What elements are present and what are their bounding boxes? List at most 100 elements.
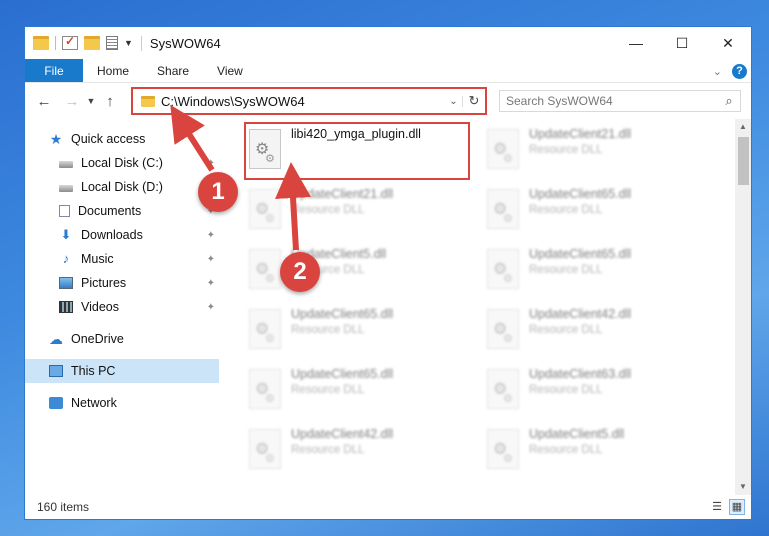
navigation-bar: ← → ▼ ↑ C:\Windows\SysWOW64 ⌄ ↻ ⌕ — [25, 83, 751, 119]
dll-file-icon: ⚙ ⚙ — [487, 429, 519, 469]
file-type: Resource DLL — [529, 204, 603, 216]
details-view-icon[interactable]: ☰ — [709, 499, 725, 515]
file-type: Resource DLL — [529, 324, 603, 336]
sidebar-item-label: Downloads — [81, 228, 143, 242]
search-icon[interactable]: ⌕ — [718, 93, 740, 109]
vertical-scrollbar[interactable]: ▲ ▼ — [735, 119, 751, 495]
sidebar-item-documents[interactable]: Documents ✦ — [25, 199, 219, 223]
recent-locations-icon[interactable]: ▼ — [83, 96, 99, 106]
address-bar[interactable]: C:\Windows\SysWOW64 ⌄ ↻ — [131, 87, 487, 115]
dll-file-icon: ⚙ ⚙ — [249, 369, 281, 409]
sidebar-item-this-pc[interactable]: This PC — [25, 359, 219, 383]
scroll-up-icon[interactable]: ▲ — [735, 119, 751, 135]
back-arrow-icon[interactable]: ← — [33, 93, 55, 110]
file-item[interactable]: ⚙ ⚙ UpdateClient65.dll Resource DLL — [249, 365, 471, 417]
drive-icon — [59, 161, 73, 168]
sidebar-item-music[interactable]: ♪ Music ✦ — [25, 247, 219, 271]
tab-share[interactable]: Share — [143, 59, 203, 82]
file-name: UpdateClient21.dll — [291, 187, 394, 201]
divider — [55, 36, 56, 50]
sidebar-item-label: Quick access — [71, 132, 146, 146]
file-item[interactable]: ⚙ ⚙ UpdateClient63.dll Resource DLL — [487, 365, 709, 417]
file-item[interactable]: ⚙ ⚙ UpdateClient42.dll Resource DLL — [487, 305, 709, 357]
file-type: Resource DLL — [529, 444, 603, 456]
refresh-icon[interactable]: ↻ — [463, 93, 485, 109]
file-item[interactable]: ⚙ ⚙ UpdateClient65.dll Resource DLL — [487, 185, 709, 237]
ribbon-right: ⌄ ? — [713, 59, 747, 83]
picture-icon — [59, 277, 73, 289]
sidebar-item-local-disk-c[interactable]: Local Disk (C:) ✦ — [25, 151, 219, 175]
step-marker-2: 2 — [280, 252, 320, 292]
minimize-button[interactable]: — — [613, 27, 659, 59]
pin-icon[interactable]: ✦ — [207, 278, 215, 289]
sidebar-item-quick-access[interactable]: ★ Quick access — [25, 127, 219, 151]
sidebar-item-label: Documents — [78, 204, 142, 218]
chevron-down-icon[interactable]: ▼ — [124, 38, 133, 48]
sidebar-item-local-disk-d[interactable]: Local Disk (D:) ✦ — [25, 175, 219, 199]
help-icon[interactable]: ? — [732, 63, 747, 79]
address-dropdown-icon[interactable]: ⌄ — [445, 95, 463, 107]
ribbon-tabs: File Home Share View ⌄ ? — [25, 59, 751, 83]
cloud-icon: ☁ — [49, 331, 63, 347]
film-icon — [59, 301, 73, 313]
tiles-view-icon[interactable]: ▦ — [729, 499, 745, 515]
address-path[interactable]: C:\Windows\SysWOW64 — [161, 94, 445, 109]
pin-icon[interactable]: ✦ — [207, 254, 215, 265]
view-buttons: ☰ ▦ — [709, 499, 745, 515]
scrollbar-thumb[interactable] — [738, 137, 749, 185]
dll-file-icon: ⚙ ⚙ — [487, 309, 519, 349]
file-type: Resource DLL — [529, 144, 603, 156]
dll-file-icon: ⚙ ⚙ — [249, 309, 281, 349]
pin-icon[interactable]: ✦ — [207, 230, 215, 241]
tab-file[interactable]: File — [25, 59, 83, 82]
properties-check-icon[interactable] — [62, 34, 78, 50]
pin-icon[interactable]: ✦ — [207, 158, 215, 169]
file-item[interactable]: ⚙ ⚙ UpdateClient21.dll Resource DLL — [487, 125, 709, 177]
explorer-window: ▼ SysWOW64 — ☐ ✕ File Home Share View ⌄ … — [24, 26, 752, 520]
tab-home[interactable]: Home — [83, 59, 143, 82]
sidebar-item-label: Pictures — [81, 276, 127, 290]
title-bar: ▼ SysWOW64 — ☐ ✕ — [25, 27, 751, 59]
search-input[interactable] — [506, 94, 718, 108]
document-icon — [59, 205, 70, 217]
tab-view[interactable]: View — [203, 59, 257, 82]
file-name: UpdateClient65.dll — [291, 307, 394, 321]
dll-file-icon: ⚙ ⚙ — [487, 249, 519, 289]
sidebar-item-label: Local Disk (D:) — [81, 180, 163, 194]
pin-icon[interactable]: ✦ — [207, 302, 215, 313]
customize-icon[interactable] — [106, 36, 118, 50]
network-icon — [49, 397, 63, 409]
file-name: UpdateClient65.dll — [291, 367, 394, 381]
drive-icon — [59, 185, 73, 192]
dll-file-icon: ⚙ ⚙ — [249, 189, 281, 229]
file-type: Resource DLL — [529, 384, 603, 396]
dll-file-icon: ⚙ ⚙ — [249, 249, 281, 289]
sidebar-item-label: Music — [81, 252, 114, 266]
status-bar: 160 items ☰ ▦ — [25, 495, 751, 519]
step-marker-1: 1 — [198, 172, 238, 212]
file-name: UpdateClient21.dll — [529, 127, 632, 141]
forward-arrow-icon[interactable]: → — [61, 93, 83, 110]
sidebar-item-pictures[interactable]: Pictures ✦ — [25, 271, 219, 295]
file-item[interactable]: ⚙ ⚙ UpdateClient42.dll Resource DLL — [249, 425, 471, 477]
dll-file-icon: ⚙ ⚙ — [487, 369, 519, 409]
maximize-button[interactable]: ☐ — [659, 27, 705, 59]
file-type: Resource DLL — [529, 264, 603, 276]
expand-ribbon-icon[interactable]: ⌄ — [713, 65, 722, 78]
dll-file-icon: ⚙ ⚙ — [249, 429, 281, 469]
file-item[interactable]: ⚙ ⚙ UpdateClient65.dll Resource DLL — [487, 245, 709, 297]
file-item[interactable]: ⚙ ⚙ UpdateClient65.dll Resource DLL — [249, 305, 471, 357]
search-box[interactable]: ⌕ — [499, 90, 741, 112]
new-folder-icon[interactable] — [84, 36, 100, 50]
sidebar-item-network[interactable]: Network — [25, 391, 219, 415]
sidebar-item-onedrive[interactable]: ☁ OneDrive — [25, 327, 219, 351]
up-arrow-icon[interactable]: ↑ — [99, 93, 121, 110]
sidebar-item-downloads[interactable]: ⬇ Downloads ✦ — [25, 223, 219, 247]
close-button[interactable]: ✕ — [705, 27, 751, 59]
file-item[interactable]: ⚙ ⚙ UpdateClient5.dll Resource DLL — [487, 425, 709, 477]
scroll-down-icon[interactable]: ▼ — [735, 479, 751, 495]
sidebar-item-videos[interactable]: Videos ✦ — [25, 295, 219, 319]
sidebar-item-label: This PC — [71, 364, 116, 378]
file-item[interactable]: ⚙ ⚙ UpdateClient21.dll Resource DLL — [249, 185, 471, 237]
file-name: UpdateClient42.dll — [529, 307, 632, 321]
